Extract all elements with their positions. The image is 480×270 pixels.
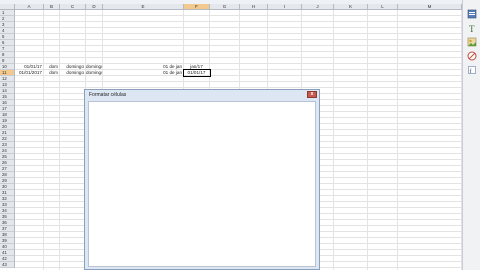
dialog-title: Formatar células xyxy=(89,92,127,98)
navigator-icon[interactable] xyxy=(466,50,477,61)
column-header-g[interactable]: G xyxy=(210,4,240,10)
row-header-43[interactable]: 43 xyxy=(0,262,15,268)
gridline-horizontal xyxy=(15,51,461,52)
column-header-j[interactable]: J xyxy=(302,4,334,10)
gridline-horizontal xyxy=(15,27,461,28)
column-header-f[interactable]: F xyxy=(184,4,210,10)
properties-icon[interactable] xyxy=(466,8,477,19)
column-header-k[interactable]: K xyxy=(334,4,368,10)
column-header-b[interactable]: B xyxy=(44,4,60,10)
gridline-horizontal xyxy=(15,57,461,58)
column-header-i[interactable]: I xyxy=(268,4,302,10)
cell-a11[interactable]: 01/01/2017 xyxy=(15,70,44,76)
gridline-horizontal xyxy=(15,87,461,88)
column-header-l[interactable]: L xyxy=(368,4,398,10)
close-button[interactable]: x xyxy=(307,91,317,98)
cell-b11[interactable]: dom xyxy=(44,70,60,76)
functions-icon[interactable]: f xyxy=(466,64,477,75)
dialog-body xyxy=(88,101,316,267)
column-header-d[interactable]: D xyxy=(86,4,103,10)
column-header-h[interactable]: H xyxy=(240,4,268,10)
format-cells-dialog: Formatar células x xyxy=(84,89,320,270)
gallery-icon[interactable] xyxy=(466,36,477,47)
cell-c11[interactable]: domingo xyxy=(60,70,86,76)
cell-f11[interactable]: 01/01/17 xyxy=(183,69,211,77)
svg-text:f: f xyxy=(469,68,471,75)
gridline-horizontal xyxy=(15,81,461,82)
column-header-e[interactable]: E xyxy=(103,4,184,10)
column-header-a[interactable]: A xyxy=(15,4,44,10)
gridline-horizontal xyxy=(15,39,461,40)
column-header-m[interactable]: M xyxy=(398,4,462,10)
gridline-horizontal xyxy=(15,33,461,34)
gridline-horizontal xyxy=(15,21,461,22)
gridline-horizontal xyxy=(15,45,461,46)
close-icon: x xyxy=(310,91,314,97)
styles-icon[interactable]: T xyxy=(466,22,477,33)
sidebar-deck: T f xyxy=(462,0,480,270)
cell-d11[interactable]: domingo, 01 de janeiro de 2017 xyxy=(86,70,103,76)
svg-text:T: T xyxy=(469,24,475,33)
gridline-horizontal xyxy=(15,15,461,16)
spreadsheet-window: ABCDEFGHIJKLM 1 2 3 4 5 6 7 8 9 10 11 12 13 14 15 16 17 1… xyxy=(0,0,480,270)
dialog-titlebar[interactable]: Formatar células x xyxy=(85,90,319,100)
cell-e11[interactable]: 01 de jan xyxy=(103,70,184,76)
column-header-c[interactable]: C xyxy=(60,4,86,10)
